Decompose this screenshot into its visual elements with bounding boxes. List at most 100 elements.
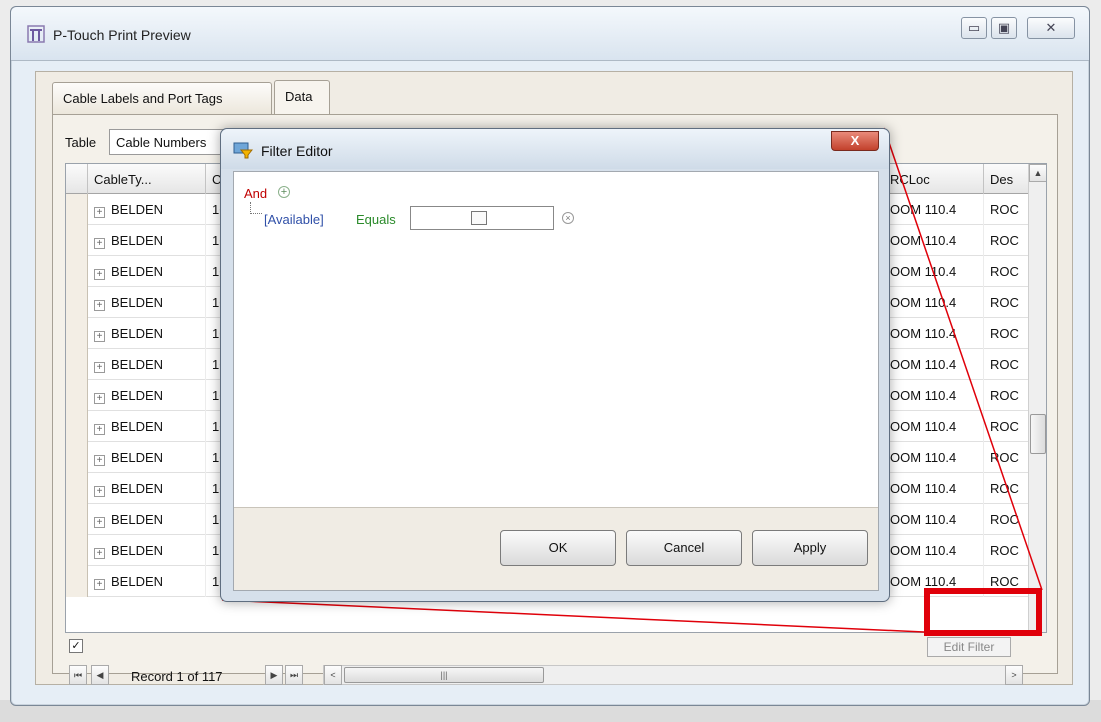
cell-cabletype[interactable]: + BELDEN: [88, 318, 206, 349]
column-header-des[interactable]: Des: [984, 164, 1030, 194]
dialog-close-button[interactable]: X: [831, 131, 879, 151]
close-button[interactable]: ✕: [1027, 17, 1075, 39]
row-selector[interactable]: [66, 318, 88, 349]
cell-text: BELDEN: [111, 388, 164, 403]
condition-value-editor[interactable]: [410, 206, 554, 230]
cell-rcloc[interactable]: OOM 110.4: [884, 411, 984, 442]
expand-icon[interactable]: +: [94, 486, 105, 497]
cell-rcloc[interactable]: OOM 110.4: [884, 349, 984, 380]
value-checkbox[interactable]: [471, 211, 487, 225]
previous-record-button[interactable]: ◀: [91, 665, 109, 685]
row-selector[interactable]: [66, 504, 88, 535]
cell-rcloc[interactable]: OOM 110.4: [884, 504, 984, 535]
cell-rcloc[interactable]: OOM 110.4: [884, 535, 984, 566]
cell-rcloc[interactable]: OOM 110.4: [884, 225, 984, 256]
ok-button[interactable]: OK: [500, 530, 616, 566]
minimize-button[interactable]: ▭: [961, 17, 987, 39]
row-selector[interactable]: [66, 194, 88, 225]
cell-des[interactable]: ROC: [984, 473, 1030, 504]
group-operator[interactable]: And: [244, 186, 267, 201]
next-record-button[interactable]: ▶: [265, 665, 283, 685]
cell-des[interactable]: ROC: [984, 442, 1030, 473]
cell-rcloc[interactable]: OOM 110.4: [884, 194, 984, 225]
condition-operator[interactable]: Equals: [356, 212, 396, 227]
cell-des[interactable]: ROC: [984, 411, 1030, 442]
cell-text: BELDEN: [111, 357, 164, 372]
filter-enable-checkbox[interactable]: ✓: [69, 639, 83, 653]
cell-rcloc[interactable]: OOM 110.4: [884, 442, 984, 473]
expand-icon[interactable]: +: [94, 517, 105, 528]
cell-des[interactable]: ROC: [984, 194, 1030, 225]
horizontal-scrollbar[interactable]: < ||| >: [323, 665, 1023, 685]
cell-cabletype[interactable]: + BELDEN: [88, 473, 206, 504]
add-condition-icon[interactable]: +: [278, 186, 290, 198]
cell-des[interactable]: ROC: [984, 535, 1030, 566]
cell-cabletype[interactable]: + BELDEN: [88, 349, 206, 380]
expand-icon[interactable]: +: [94, 424, 105, 435]
cell-cabletype[interactable]: + BELDEN: [88, 256, 206, 287]
cell-des[interactable]: ROC: [984, 225, 1030, 256]
scroll-up-button[interactable]: ▲: [1029, 164, 1046, 182]
expand-icon[interactable]: +: [94, 331, 105, 342]
cell-des[interactable]: ROC: [984, 349, 1030, 380]
cell-cabletype[interactable]: + BELDEN: [88, 225, 206, 256]
expand-icon[interactable]: +: [94, 300, 105, 311]
cell-rcloc[interactable]: OOM 110.4: [884, 256, 984, 287]
cell-des[interactable]: ROC: [984, 380, 1030, 411]
cell-des[interactable]: ROC: [984, 256, 1030, 287]
cell-text: BELDEN: [111, 419, 164, 434]
expand-icon[interactable]: +: [94, 579, 105, 590]
cell-cabletype[interactable]: + BELDEN: [88, 287, 206, 318]
expand-icon[interactable]: +: [94, 455, 105, 466]
cell-rcloc[interactable]: OOM 110.4: [884, 473, 984, 504]
row-selector[interactable]: [66, 473, 88, 504]
row-selector[interactable]: [66, 349, 88, 380]
cell-rcloc[interactable]: OOM 110.4: [884, 380, 984, 411]
scroll-right-button[interactable]: >: [1005, 665, 1023, 685]
cell-cabletype[interactable]: + BELDEN: [88, 504, 206, 535]
expand-icon[interactable]: +: [94, 548, 105, 559]
cell-cabletype[interactable]: + BELDEN: [88, 380, 206, 411]
expand-icon[interactable]: +: [94, 393, 105, 404]
expand-icon[interactable]: +: [94, 362, 105, 373]
cancel-button[interactable]: Cancel: [626, 530, 742, 566]
cell-des[interactable]: ROC: [984, 504, 1030, 535]
row-selector[interactable]: [66, 566, 88, 597]
vertical-scrollbar[interactable]: ▲: [1028, 164, 1046, 632]
cell-des[interactable]: ROC: [984, 318, 1030, 349]
horizontal-scroll-thumb[interactable]: |||: [344, 667, 544, 683]
dialog-title-bar: Filter Editor X: [221, 129, 889, 169]
first-record-button[interactable]: ⏮: [69, 665, 87, 685]
filter-icon: [233, 142, 253, 159]
row-selector[interactable]: [66, 442, 88, 473]
apply-button[interactable]: Apply: [752, 530, 868, 566]
condition-field[interactable]: [Available]: [264, 212, 324, 227]
cell-cabletype[interactable]: + BELDEN: [88, 566, 206, 597]
cell-cabletype[interactable]: + BELDEN: [88, 411, 206, 442]
column-header-rcloc[interactable]: RCLoc: [884, 164, 984, 194]
row-selector[interactable]: [66, 256, 88, 287]
vertical-scroll-thumb[interactable]: [1030, 414, 1046, 454]
cell-cabletype[interactable]: + BELDEN: [88, 194, 206, 225]
row-selector[interactable]: [66, 287, 88, 318]
cell-rcloc[interactable]: OOM 110.4: [884, 287, 984, 318]
cell-cabletype[interactable]: + BELDEN: [88, 442, 206, 473]
row-selector[interactable]: [66, 380, 88, 411]
cell-des[interactable]: ROC: [984, 287, 1030, 318]
remove-condition-icon[interactable]: ×: [562, 212, 574, 224]
edit-filter-button[interactable]: Edit Filter: [927, 637, 1011, 657]
last-record-button[interactable]: ⏭: [285, 665, 303, 685]
row-selector[interactable]: [66, 535, 88, 566]
expand-icon[interactable]: +: [94, 238, 105, 249]
row-selector[interactable]: [66, 411, 88, 442]
tab-data[interactable]: Data: [274, 80, 330, 114]
expand-icon[interactable]: +: [94, 207, 105, 218]
cell-cabletype[interactable]: + BELDEN: [88, 535, 206, 566]
cell-rcloc[interactable]: OOM 110.4: [884, 318, 984, 349]
expand-icon[interactable]: +: [94, 269, 105, 280]
row-selector[interactable]: [66, 225, 88, 256]
scroll-left-button[interactable]: <: [324, 665, 342, 685]
tab-cable-labels[interactable]: Cable Labels and Port Tags: [52, 82, 272, 114]
column-header-cabletype[interactable]: CableTy...: [88, 164, 206, 194]
maximize-button[interactable]: ▣: [991, 17, 1017, 39]
